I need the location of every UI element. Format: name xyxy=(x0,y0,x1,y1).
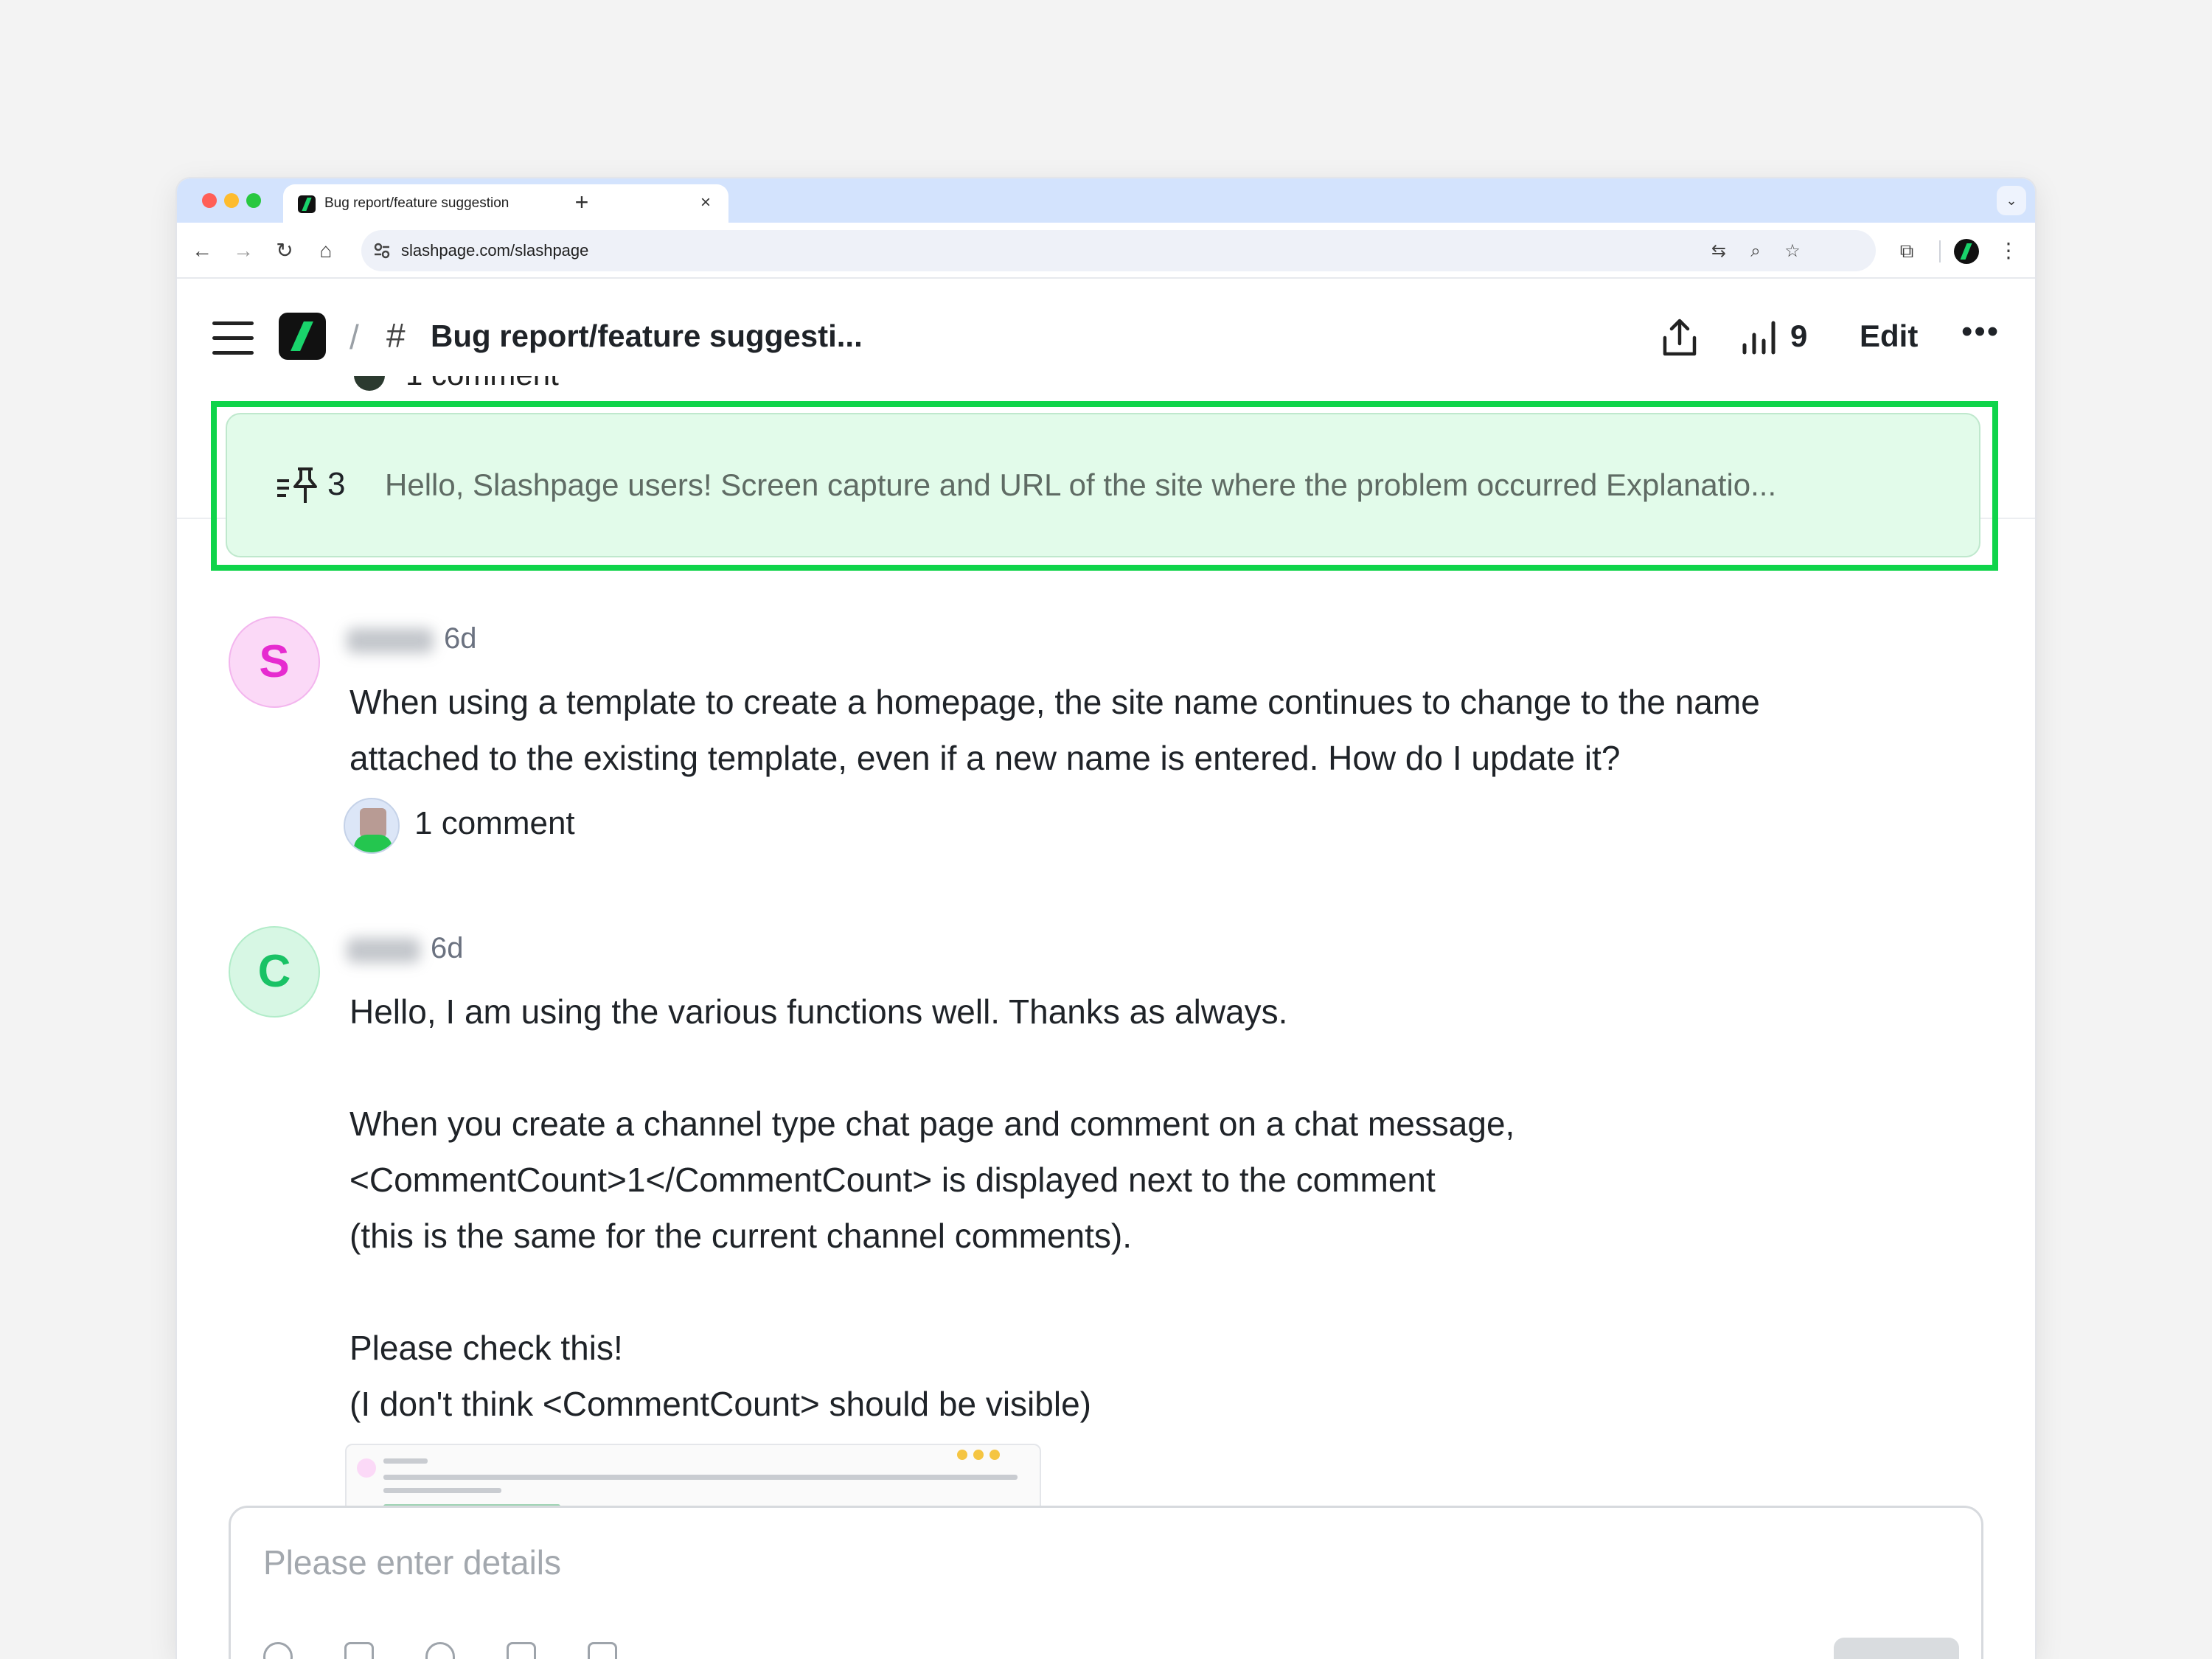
avatar xyxy=(354,376,385,391)
link-icon[interactable] xyxy=(507,1642,536,1659)
post-timestamp: 6d xyxy=(444,622,477,655)
browser-window: Bug report/feature suggestion × + ⌄ ← → … xyxy=(177,178,2035,1659)
url-text: slashpage.com/slashpage xyxy=(401,241,589,260)
image-icon[interactable] xyxy=(344,1642,374,1659)
page-header: / # Bug report/feature suggesti... 9 Edi… xyxy=(177,279,2035,382)
extensions-icon[interactable]: ⧉ xyxy=(1892,236,1921,265)
post-body: When using a template to create a homepa… xyxy=(349,683,1760,777)
reload-icon[interactable]: ↻ xyxy=(270,236,299,265)
page-title: Bug report/feature suggesti... xyxy=(431,319,863,353)
avatar[interactable]: C xyxy=(229,926,320,1018)
commenter-avatar xyxy=(344,798,400,854)
more-options-button[interactable]: ••• xyxy=(1961,316,2006,348)
close-window-button[interactable] xyxy=(202,193,217,208)
author-name-blurred xyxy=(347,938,420,963)
browser-toolbar: ← → ↻ ⌂ slashpage.com/slashpage ⇆ ⌕ ☆ ⧉ … xyxy=(177,223,2035,279)
previous-comment-label: 1 comment xyxy=(406,376,559,391)
table-icon[interactable] xyxy=(588,1642,617,1659)
browser-tab-active[interactable]: Bug report/feature suggestion × xyxy=(283,184,728,223)
tab-strip: Bug report/feature suggestion × + ⌄ xyxy=(177,178,2035,223)
zoom-icon[interactable]: ⌕ xyxy=(1743,239,1768,264)
new-tab-button[interactable]: + xyxy=(568,189,596,217)
add-attachment-icon[interactable] xyxy=(263,1642,293,1659)
comment-count-label: 1 comment xyxy=(414,805,575,841)
stats-bars-icon[interactable] xyxy=(1742,319,1778,357)
share-upload-icon[interactable] xyxy=(1659,317,1700,358)
maximize-window-button[interactable] xyxy=(246,193,261,208)
tab-search-chevron-icon[interactable]: ⌄ xyxy=(1997,186,2026,215)
edit-button[interactable]: Edit xyxy=(1860,319,1918,354)
highlight-box xyxy=(211,401,1998,571)
translate-icon[interactable]: ⇆ xyxy=(1706,239,1731,264)
view-count: 9 xyxy=(1790,319,1808,353)
address-bar[interactable]: slashpage.com/slashpage ⇆ ⌕ ☆ xyxy=(361,230,1876,271)
comment-composer xyxy=(229,1506,1983,1659)
home-icon[interactable]: ⌂ xyxy=(311,236,341,265)
forward-arrow-icon[interactable]: → xyxy=(229,236,258,265)
tab-title: Bug report/feature suggestion xyxy=(324,195,509,211)
post-timestamp: 6d xyxy=(431,932,464,964)
site-info-icon[interactable] xyxy=(372,240,392,261)
slashpage-logo[interactable] xyxy=(279,313,326,360)
attach-file-icon[interactable] xyxy=(425,1642,455,1659)
channel-hash-icon: # xyxy=(386,316,406,355)
toolbar-divider xyxy=(1939,240,1941,262)
slashpage-favicon-icon xyxy=(298,195,316,213)
back-arrow-icon[interactable]: ← xyxy=(187,236,217,265)
hamburger-menu-icon[interactable] xyxy=(212,321,254,355)
author-name-blurred xyxy=(347,628,434,653)
details-input[interactable] xyxy=(263,1540,1885,1585)
post-body: Hello, I am using the various functions … xyxy=(349,992,1515,1423)
breadcrumb-separator: / xyxy=(349,318,359,356)
bookmark-star-icon[interactable]: ☆ xyxy=(1780,239,1805,264)
minimize-window-button[interactable] xyxy=(224,193,239,208)
previous-post-peek: 1 comment xyxy=(354,376,723,391)
avatar[interactable]: S xyxy=(229,616,320,708)
send-button[interactable] xyxy=(1834,1638,1959,1659)
browser-menu-icon[interactable]: ⋮ xyxy=(1994,236,2023,265)
profile-avatar-icon[interactable] xyxy=(1954,239,1979,264)
tab-close-icon[interactable]: × xyxy=(695,192,717,214)
